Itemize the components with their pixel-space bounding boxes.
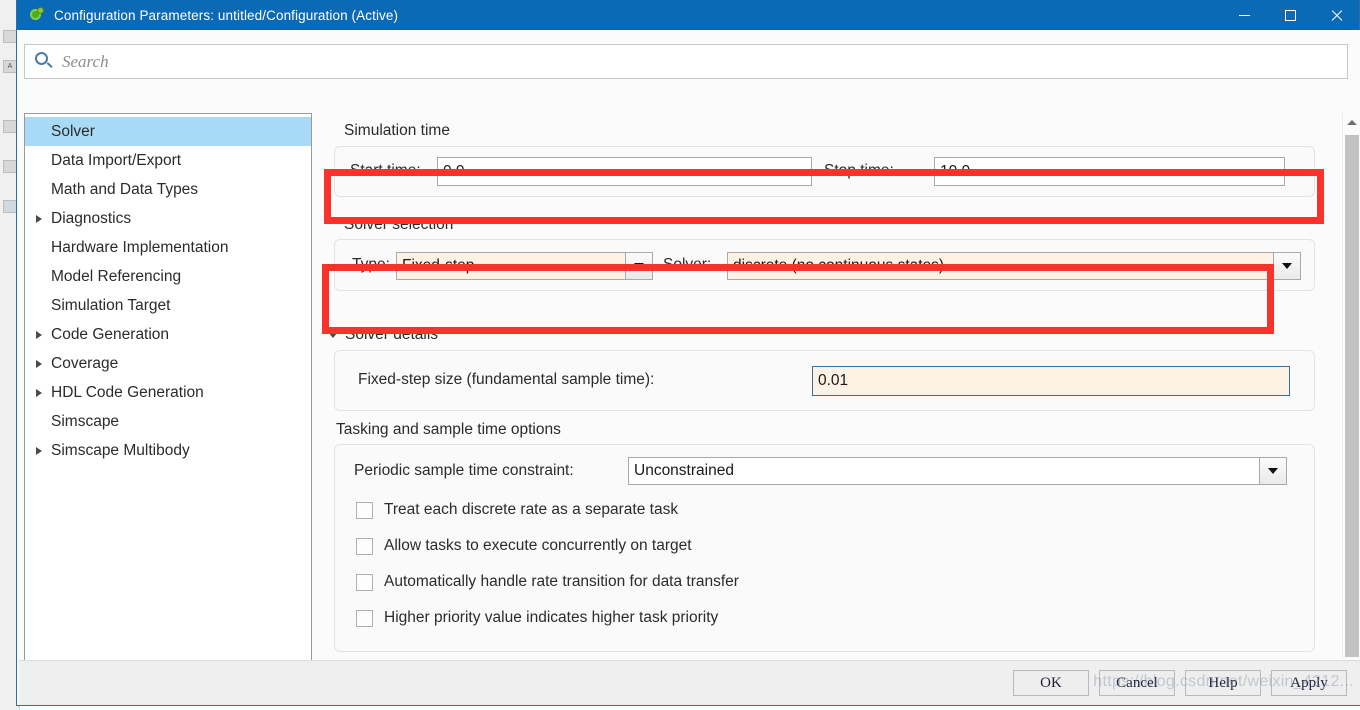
expand-arrow-icon[interactable] bbox=[29, 331, 49, 339]
solver-settings-pane: Simulation time Start time: 0.0 Stop tim… bbox=[320, 113, 1340, 681]
simulink-config-icon bbox=[29, 7, 45, 23]
solver-label: Solver: bbox=[663, 256, 711, 274]
tree-item-label: Hardware Implementation bbox=[49, 239, 228, 257]
maximize-button[interactable] bbox=[1267, 0, 1313, 30]
pane-scrollbar[interactable] bbox=[1342, 113, 1360, 681]
tree-item-label: Data Import/Export bbox=[49, 152, 181, 170]
solver-dropdown[interactable]: discrete (no continuous states) bbox=[727, 252, 1301, 280]
dialog-client-area: Search Solver Data Import/Export Math an… bbox=[18, 30, 1360, 705]
solver-details-title: Solver details bbox=[345, 326, 438, 344]
tree-item-label: Math and Data Types bbox=[49, 181, 198, 199]
category-tree[interactable]: Solver Data Import/Export Math and Data … bbox=[24, 113, 312, 681]
expand-arrow-icon[interactable] bbox=[29, 389, 49, 397]
solver-details-disclosure[interactable]: Solver details bbox=[328, 326, 438, 344]
scroll-up-arrow-icon[interactable] bbox=[1343, 113, 1360, 131]
checkbox-label: Treat each discrete rate as a separate t… bbox=[384, 501, 678, 519]
help-button[interactable]: Help bbox=[1185, 670, 1261, 696]
checkbox-row-task-priority[interactable]: Higher priority value indicates higher t… bbox=[356, 600, 718, 636]
tree-item-label: HDL Code Generation bbox=[49, 384, 204, 402]
tree-item-label: Simscape bbox=[49, 413, 119, 431]
tree-item-math-and-data-types[interactable]: Math and Data Types bbox=[25, 175, 311, 204]
tree-item-simulation-target[interactable]: Simulation Target bbox=[25, 291, 311, 320]
solver-type-label: Type: bbox=[352, 256, 390, 274]
search-bar[interactable]: Search bbox=[24, 44, 1348, 79]
close-icon bbox=[1330, 9, 1343, 22]
tree-item-label: Solver bbox=[49, 123, 95, 141]
chevron-down-icon[interactable] bbox=[1273, 252, 1301, 280]
checkbox-row-rate-transition[interactable]: Automatically handle rate transition for… bbox=[356, 564, 739, 600]
chevron-down-icon[interactable] bbox=[625, 252, 653, 280]
checkbox-label: Allow tasks to execute concurrently on t… bbox=[384, 537, 692, 555]
tasking-group-title: Tasking and sample time options bbox=[336, 421, 561, 439]
checkbox-separate-task[interactable] bbox=[356, 502, 373, 519]
collapse-arrow-icon bbox=[328, 332, 338, 338]
solver-type-value: Fixed-step bbox=[396, 252, 625, 280]
tree-item-simscape[interactable]: Simscape bbox=[25, 407, 311, 436]
window-controls bbox=[1221, 0, 1359, 30]
expand-arrow-icon[interactable] bbox=[29, 447, 49, 455]
minimize-button[interactable] bbox=[1221, 0, 1267, 30]
tree-item-label: Code Generation bbox=[49, 326, 169, 344]
search-icon bbox=[35, 52, 54, 71]
tree-item-code-generation[interactable]: Code Generation bbox=[25, 320, 311, 349]
expand-arrow-icon[interactable] bbox=[29, 360, 49, 368]
tree-item-label: Simscape Multibody bbox=[49, 442, 190, 460]
periodic-sample-time-constraint-label: Periodic sample time constraint: bbox=[354, 462, 574, 480]
stop-time-input[interactable]: 10.0 bbox=[934, 157, 1285, 186]
simulation-time-group-title: Simulation time bbox=[344, 122, 450, 140]
bg-icon-3 bbox=[3, 120, 17, 133]
tree-item-diagnostics[interactable]: Diagnostics bbox=[25, 204, 311, 233]
tree-item-label: Coverage bbox=[49, 355, 118, 373]
solver-value: discrete (no continuous states) bbox=[727, 252, 1273, 280]
fixed-step-size-input[interactable]: 0.01 bbox=[812, 366, 1290, 396]
stop-time-label: Stop time: bbox=[824, 162, 894, 180]
periodic-sample-time-constraint-value: Unconstrained bbox=[628, 457, 1259, 485]
search-input[interactable]: Search bbox=[62, 52, 109, 72]
cancel-button[interactable]: Cancel bbox=[1099, 670, 1175, 696]
tree-item-label: Diagnostics bbox=[49, 210, 131, 228]
ok-button[interactable]: OK bbox=[1013, 670, 1089, 696]
checkbox-rate-transition[interactable] bbox=[356, 574, 373, 591]
window-title: Configuration Parameters: untitled/Confi… bbox=[54, 8, 398, 23]
periodic-sample-time-constraint-dropdown[interactable]: Unconstrained bbox=[628, 457, 1287, 485]
bg-icon-5 bbox=[3, 200, 17, 213]
solver-type-dropdown[interactable]: Fixed-step bbox=[396, 252, 653, 280]
close-button[interactable] bbox=[1313, 0, 1359, 30]
checkbox-row-concurrent-execution[interactable]: Allow tasks to execute concurrently on t… bbox=[356, 528, 692, 564]
tree-item-label: Model Referencing bbox=[49, 268, 181, 286]
start-time-input[interactable]: 0.0 bbox=[437, 157, 812, 186]
scrollbar-thumb[interactable] bbox=[1345, 135, 1359, 657]
checkbox-row-separate-task[interactable]: Treat each discrete rate as a separate t… bbox=[356, 492, 678, 528]
tree-item-data-import-export[interactable]: Data Import/Export bbox=[25, 146, 311, 175]
bg-icon-4 bbox=[3, 160, 17, 173]
tree-item-hdl-code-generation[interactable]: HDL Code Generation bbox=[25, 378, 311, 407]
tree-item-model-referencing[interactable]: Model Referencing bbox=[25, 262, 311, 291]
maximize-icon bbox=[1285, 10, 1296, 21]
checkbox-concurrent-execution[interactable] bbox=[356, 538, 373, 555]
checkbox-task-priority[interactable] bbox=[356, 610, 373, 627]
minimize-icon bbox=[1239, 15, 1250, 16]
apply-button[interactable]: Apply bbox=[1271, 670, 1347, 696]
tree-item-hardware-implementation[interactable]: Hardware Implementation bbox=[25, 233, 311, 262]
checkbox-label: Automatically handle rate transition for… bbox=[384, 573, 739, 591]
tree-item-coverage[interactable]: Coverage bbox=[25, 349, 311, 378]
tree-item-solver[interactable]: Solver bbox=[25, 117, 311, 146]
dialog-button-bar: OK Cancel Help Apply bbox=[19, 660, 1360, 705]
checkbox-label: Higher priority value indicates higher t… bbox=[384, 609, 718, 627]
bg-icon-2: A bbox=[3, 60, 17, 73]
solver-selection-group-title: Solver selection bbox=[344, 216, 453, 234]
tree-item-simscape-multibody[interactable]: Simscape Multibody bbox=[25, 436, 311, 465]
title-bar: Configuration Parameters: untitled/Confi… bbox=[17, 0, 1359, 30]
expand-arrow-icon[interactable] bbox=[29, 215, 49, 223]
bg-icon-1 bbox=[3, 30, 17, 43]
config-parameters-window: Configuration Parameters: untitled/Confi… bbox=[16, 0, 1360, 706]
chevron-down-icon[interactable] bbox=[1259, 457, 1287, 485]
start-time-label: Start time: bbox=[350, 162, 421, 180]
fixed-step-size-label: Fixed-step size (fundamental sample time… bbox=[358, 371, 654, 389]
tree-item-label: Simulation Target bbox=[49, 297, 170, 315]
